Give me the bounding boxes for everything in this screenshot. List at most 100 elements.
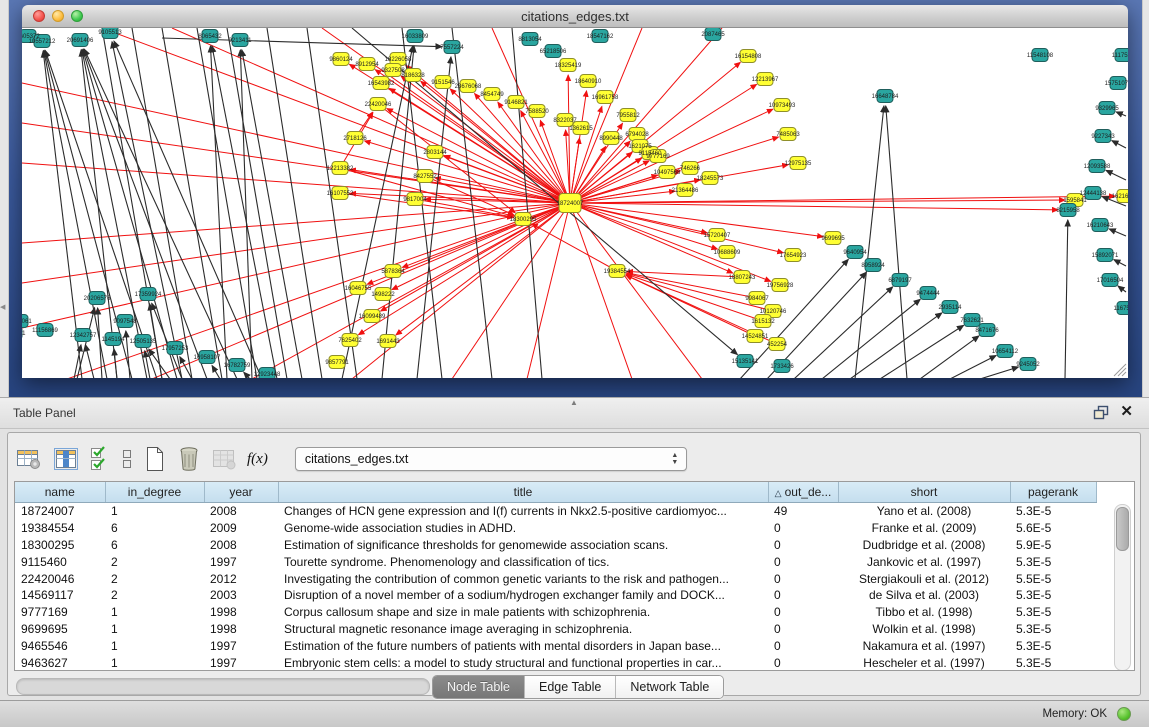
table-cell[interactable]: Embryonic stem cells: a model to study s… <box>278 654 768 671</box>
network-canvas[interactable]: 1872400798601248912954182260589327508165… <box>22 28 1128 378</box>
table-cell[interactable]: Tibbo et al. (1998) <box>838 604 1010 621</box>
network-edge[interactable] <box>1109 229 1126 236</box>
table-cell[interactable]: 5.9E-5 <box>1010 537 1096 554</box>
table-cell[interactable]: 0 <box>768 637 838 654</box>
table-cell[interactable]: Estimation of the future numbers of pati… <box>278 637 768 654</box>
network-edge[interactable] <box>855 106 884 378</box>
table-cell[interactable]: Disruption of a novel member of a sodium… <box>278 587 768 604</box>
table-cell[interactable]: 2008 <box>204 537 278 554</box>
table-cell[interactable]: 5.3E-5 <box>1010 637 1096 654</box>
table-cell[interactable]: Tourette syndrome. Phenomenology and cla… <box>278 553 768 570</box>
network-edge[interactable] <box>570 203 632 378</box>
table-cell[interactable]: Structural magnetic resonance image aver… <box>278 621 768 638</box>
table-cell[interactable]: Wolkin et al. (1998) <box>838 621 1010 638</box>
network-edge[interactable] <box>527 203 570 378</box>
node-table[interactable]: namein_degreeyeartitle△out_de...shortpag… <box>14 481 1135 671</box>
column-header-in_degree[interactable]: in_degree <box>105 482 204 503</box>
close-panel-icon[interactable]: ✕ <box>1120 403 1133 421</box>
table-cell[interactable]: 1997 <box>204 553 278 570</box>
network-edge[interactable] <box>1112 141 1126 148</box>
table-cell[interactable]: Investigating the contribution of common… <box>278 570 768 587</box>
table-cell[interactable]: 18300295 <box>15 537 105 554</box>
network-edge[interactable] <box>1114 260 1126 266</box>
table-cell[interactable]: 0 <box>768 604 838 621</box>
table-cell[interactable]: 9699695 <box>15 621 105 638</box>
column-header-title[interactable]: title <box>278 482 768 503</box>
import-table-icon[interactable] <box>212 444 236 474</box>
network-edge[interactable] <box>1116 112 1126 116</box>
network-edge[interactable] <box>267 28 322 378</box>
table-cell[interactable]: 5.3E-5 <box>1010 503 1096 520</box>
table-cell[interactable]: 0 <box>768 570 838 587</box>
table-row[interactable]: 2242004622012Investigating the contribut… <box>15 570 1096 587</box>
table-options-icon[interactable] <box>16 444 42 474</box>
table-row[interactable]: 969969511998Structural magnetic resonanc… <box>15 621 1096 638</box>
network-edge[interactable] <box>84 49 237 378</box>
table-cell[interactable]: Hescheler et al. (1997) <box>838 654 1010 671</box>
network-edge[interactable] <box>227 28 287 378</box>
table-cell[interactable]: 0 <box>768 537 838 554</box>
table-cell[interactable]: 2 <box>105 553 204 570</box>
vertical-scrollbar[interactable] <box>1114 504 1131 671</box>
column-header-year[interactable]: year <box>204 482 278 503</box>
network-window[interactable]: citations_edges.txt 18724007986012489129… <box>22 5 1128 378</box>
table-cell[interactable]: Estimation of significance thresholds fo… <box>278 537 768 554</box>
window-titlebar[interactable]: citations_edges.txt <box>22 5 1128 28</box>
attribute-table[interactable]: namein_degreeyeartitle△out_de...shortpag… <box>15 482 1097 671</box>
table-cell[interactable]: Dudbridge et al. (2008) <box>838 537 1010 554</box>
show-column-icon[interactable] <box>53 444 79 474</box>
vertical-scrollbar-thumb[interactable] <box>1116 507 1129 551</box>
network-edge[interactable] <box>77 308 95 378</box>
network-edge[interactable] <box>244 372 250 378</box>
network-edge[interactable] <box>84 49 207 378</box>
network-edge[interactable] <box>240 50 252 378</box>
network-edge[interactable] <box>378 104 515 213</box>
canvas-resize-grip[interactable] <box>1118 368 1126 376</box>
table-row[interactable]: 1938455462009Genome-wide association stu… <box>15 520 1096 537</box>
table-cell[interactable]: 0 <box>768 520 838 537</box>
table-cell[interactable]: 1998 <box>204 621 278 638</box>
table-cell[interactable]: Corpus callosum shape and size in male p… <box>278 604 768 621</box>
column-header-out_de[interactable]: △out_de... <box>768 482 838 503</box>
column-header-name[interactable]: name <box>15 482 105 503</box>
network-edge[interactable] <box>114 349 117 378</box>
table-row[interactable]: 1830029562008Estimation of significance … <box>15 537 1096 554</box>
delete-table-icon[interactable] <box>177 444 201 474</box>
table-cell[interactable]: 0 <box>768 587 838 604</box>
network-edge[interactable] <box>920 336 979 378</box>
table-cell[interactable]: 22420046 <box>15 570 105 587</box>
table-cell[interactable]: 5.3E-5 <box>1010 553 1096 570</box>
panel-resize-grip[interactable]: ▲ <box>566 399 582 407</box>
network-edge[interactable] <box>252 203 570 378</box>
network-edge[interactable] <box>1106 170 1126 180</box>
network-edge[interactable] <box>570 203 771 281</box>
table-row[interactable]: 1456911722003Disruption of a novel membe… <box>15 587 1096 604</box>
network-edge[interactable] <box>570 203 717 249</box>
table-cell[interactable]: 1 <box>105 621 204 638</box>
table-cell[interactable]: 2003 <box>204 587 278 604</box>
table-cell[interactable]: 1 <box>105 503 204 520</box>
panel-collapse-arrow-icon[interactable]: ◀ <box>0 303 5 313</box>
table-cell[interactable]: 5.5E-5 <box>1010 570 1096 587</box>
table-cell[interactable]: 1997 <box>204 637 278 654</box>
table-cell[interactable]: Stergiakouli et al. (2012) <box>838 570 1010 587</box>
table-cell[interactable]: 2 <box>105 587 204 604</box>
table-cell[interactable]: 6 <box>105 537 204 554</box>
horizontal-scrollbar[interactable] <box>16 678 430 695</box>
table-cell[interactable]: 1 <box>105 637 204 654</box>
table-cell[interactable]: 9465546 <box>15 637 105 654</box>
table-cell[interactable]: 2008 <box>204 503 278 520</box>
table-row[interactable]: 946362711997Embryonic stem cells: a mode… <box>15 654 1096 671</box>
table-cell[interactable]: 1998 <box>204 604 278 621</box>
table-row[interactable]: 977716911998Corpus callosum shape and si… <box>15 604 1096 621</box>
table-cell[interactable]: de Silva et al. (2003) <box>838 587 1010 604</box>
network-edge[interactable] <box>85 345 94 378</box>
table-cell[interactable]: 2 <box>105 570 204 587</box>
table-cell[interactable]: 1 <box>105 654 204 671</box>
network-edge[interactable] <box>886 106 907 378</box>
table-cell[interactable]: Franke et al. (2009) <box>838 520 1010 537</box>
tab-node-table[interactable]: Node Table <box>433 676 525 698</box>
table-cell[interactable]: 5.3E-5 <box>1010 654 1096 671</box>
table-cell[interactable]: 14569117 <box>15 587 105 604</box>
tab-edge-table[interactable]: Edge Table <box>525 676 616 698</box>
